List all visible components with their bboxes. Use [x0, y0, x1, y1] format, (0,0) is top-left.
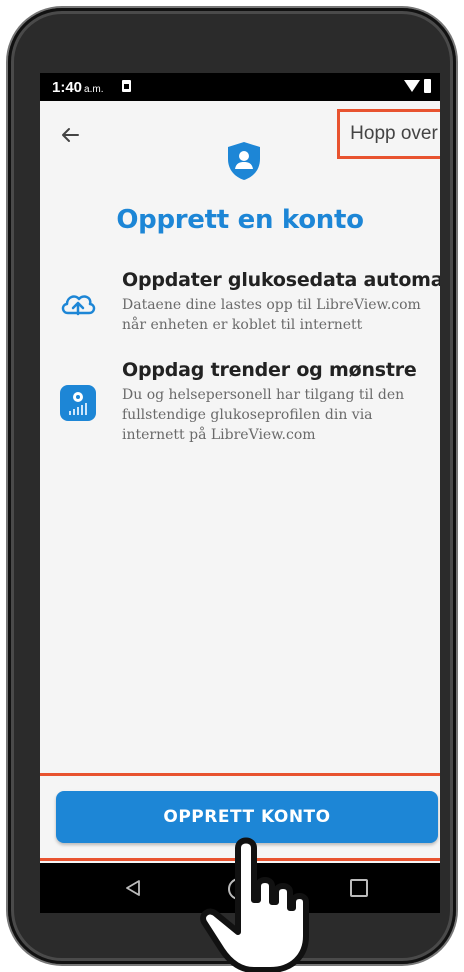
skip-button[interactable]: Hopp over	[337, 109, 440, 159]
nav-back-icon[interactable]	[124, 879, 142, 897]
cloud-upload-icon	[61, 295, 96, 316]
status-time: 1:40 a.m.	[52, 79, 104, 96]
tap-hand-pointer-icon	[200, 837, 309, 972]
battery-icon	[424, 79, 431, 93]
app-screen: 1:40 a.m. Hopp over Opprett en konto Oppd…	[40, 73, 440, 913]
sim-card-icon	[122, 80, 131, 92]
feature-description: Dataene dine lastes opp til LibreView.co…	[122, 297, 421, 333]
libreview-app-icon	[60, 385, 96, 421]
feature-title: Oppdater glukosedata automatisk	[122, 269, 440, 291]
feature-title: Oppdag trender og mønstre	[122, 359, 417, 381]
phone-frame: 1:40 a.m. Hopp over Opprett en konto Oppd…	[8, 8, 456, 964]
status-bar: 1:40 a.m.	[40, 73, 440, 101]
nav-recents-icon[interactable]	[350, 879, 368, 897]
back-arrow-icon[interactable]	[58, 123, 82, 147]
wifi-icon	[404, 80, 420, 92]
page-title: Opprett en konto	[116, 205, 364, 235]
status-ampm: a.m.	[84, 84, 104, 95]
feature-description: Du og helsepersonell har tilgang til den…	[122, 387, 405, 443]
shield-user-icon	[228, 142, 260, 180]
